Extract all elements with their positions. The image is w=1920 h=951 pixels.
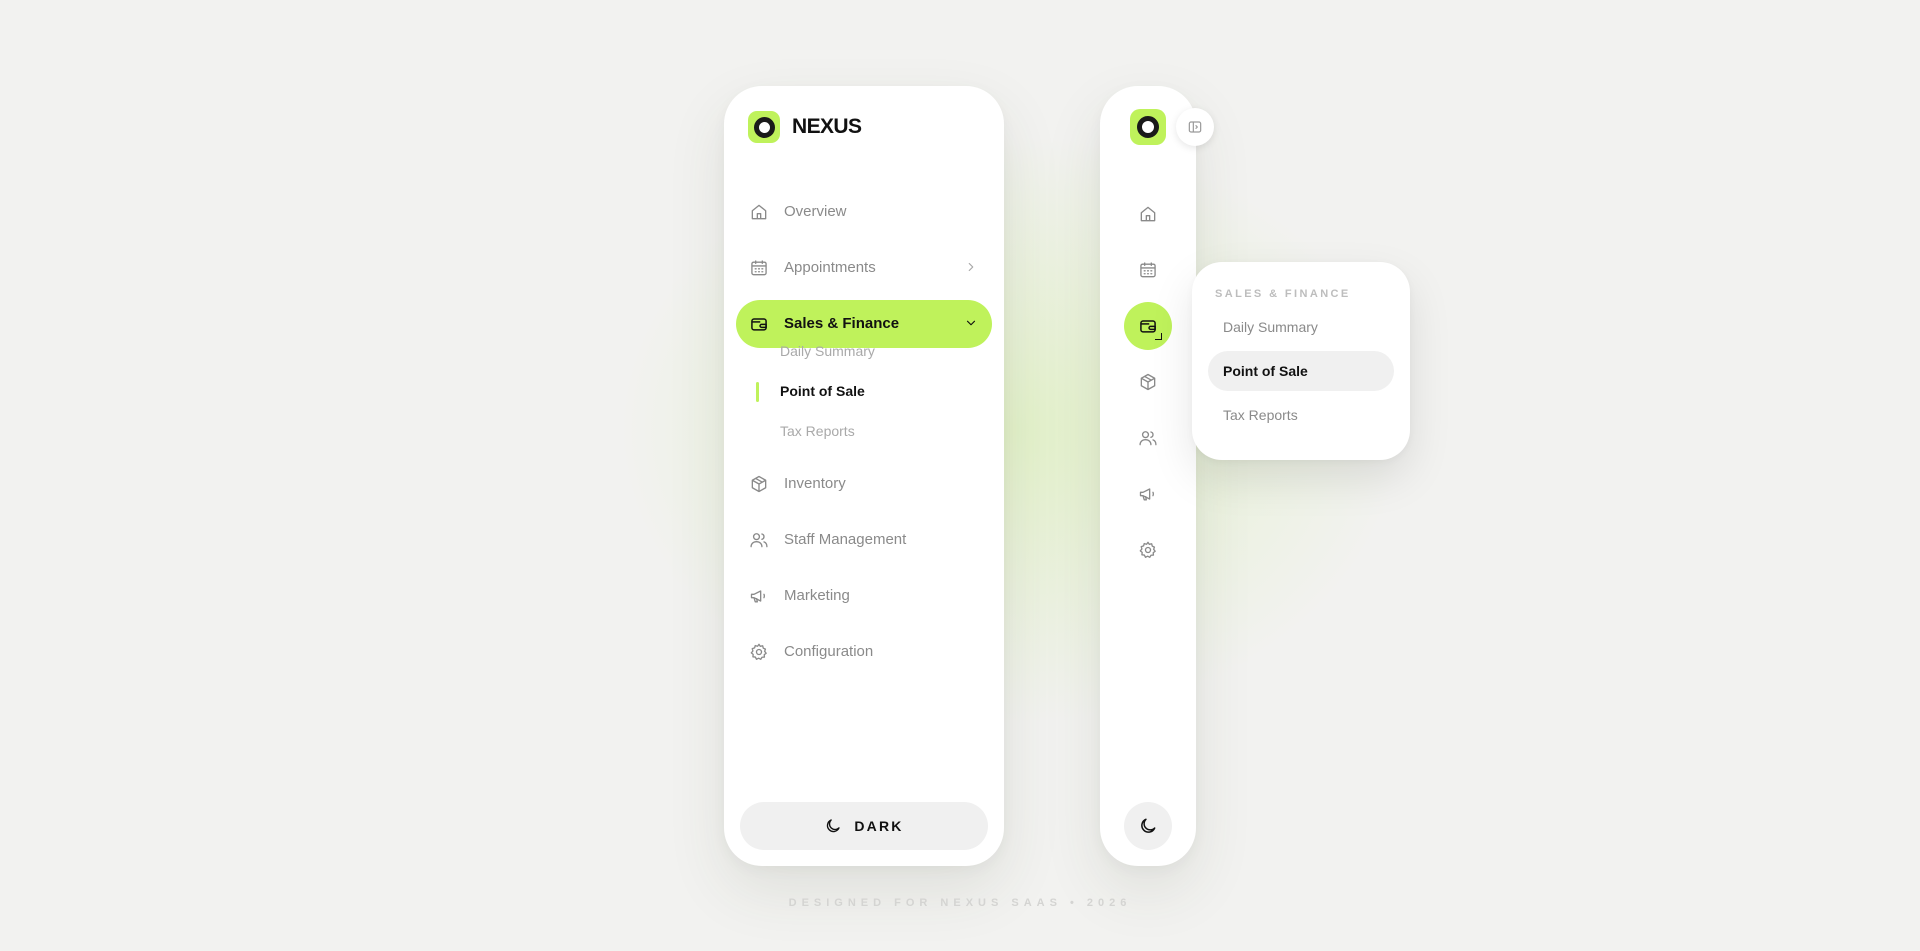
rail-item-inventory[interactable] bbox=[1124, 358, 1172, 406]
rail-item-staff-management[interactable] bbox=[1124, 414, 1172, 462]
sidebar-item-label: Appointments bbox=[784, 259, 876, 276]
home-icon bbox=[749, 202, 769, 222]
rail-theme-toggle-button[interactable] bbox=[1124, 802, 1172, 850]
sub-item-tax-reports[interactable]: Tax Reports bbox=[780, 423, 855, 439]
moon-icon bbox=[1138, 816, 1158, 836]
sidebar-item-label: Configuration bbox=[784, 643, 874, 660]
home-icon bbox=[1138, 204, 1158, 224]
sidebar-item-overview[interactable]: Overview bbox=[736, 188, 992, 236]
sidebar-toggle-icon bbox=[1187, 119, 1203, 135]
logo-icon bbox=[748, 111, 780, 143]
sidebar-item-configuration[interactable]: Configuration bbox=[736, 628, 992, 676]
flyout-item-label: Tax Reports bbox=[1223, 407, 1298, 423]
sidebar-toggle-button[interactable] bbox=[1176, 108, 1214, 146]
flyout-item-daily-summary[interactable]: Daily Summary bbox=[1208, 307, 1394, 347]
rail-item-overview[interactable] bbox=[1124, 190, 1172, 238]
calendar-icon bbox=[1138, 260, 1158, 280]
submenu-flyout: SALES & FINANCE Daily Summary Point of S… bbox=[1192, 262, 1410, 460]
rail-item-configuration[interactable] bbox=[1124, 526, 1172, 574]
flyout-item-label: Daily Summary bbox=[1223, 319, 1318, 335]
chevron-down-icon bbox=[964, 316, 978, 330]
sidebar-item-appointments[interactable]: Appointments bbox=[736, 244, 992, 292]
gear-icon bbox=[749, 642, 769, 662]
sidebar-item-label: Staff Management bbox=[784, 531, 907, 548]
calendar-icon bbox=[749, 258, 769, 278]
sidebar-item-staff-management[interactable]: Staff Management bbox=[736, 516, 992, 564]
theme-toggle-button[interactable]: DARK bbox=[740, 802, 988, 850]
moon-icon bbox=[824, 817, 842, 835]
brand-name: NEXUS bbox=[792, 115, 862, 138]
submenu-indicator bbox=[1155, 333, 1162, 340]
sidebar-item-sales-finance[interactable]: Sales & Finance bbox=[736, 300, 992, 348]
box-icon bbox=[749, 474, 769, 494]
sidebar-item-label: Marketing bbox=[784, 587, 850, 604]
megaphone-icon bbox=[749, 586, 769, 606]
users-icon bbox=[1138, 428, 1158, 448]
theme-toggle-label: DARK bbox=[854, 818, 904, 834]
flyout-item-label: Point of Sale bbox=[1223, 363, 1308, 379]
brand[interactable]: NEXUS bbox=[748, 110, 862, 144]
gear-icon bbox=[1138, 540, 1158, 560]
megaphone-icon bbox=[1138, 484, 1158, 504]
rail-item-sales-finance[interactable] bbox=[1124, 302, 1172, 350]
wallet-icon bbox=[749, 314, 769, 334]
box-icon bbox=[1138, 372, 1158, 392]
rail-item-marketing[interactable] bbox=[1124, 470, 1172, 518]
footer-credit: DESIGNED FOR NEXUS SAAS • 2026 bbox=[788, 897, 1132, 909]
active-indicator bbox=[756, 382, 759, 402]
expanded-sidebar: NEXUS Overview Appointments Sales & Fina… bbox=[724, 86, 1004, 866]
flyout-title: SALES & FINANCE bbox=[1215, 288, 1351, 300]
users-icon bbox=[749, 530, 769, 550]
rail-item-appointments[interactable] bbox=[1124, 246, 1172, 294]
sub-item-daily-summary[interactable]: Daily Summary bbox=[780, 343, 875, 359]
sub-item-point-of-sale[interactable]: Point of Sale bbox=[780, 383, 865, 399]
sidebar-item-label: Overview bbox=[784, 203, 847, 220]
collapsed-sidebar bbox=[1100, 86, 1196, 866]
sidebar-item-label: Inventory bbox=[784, 475, 846, 492]
sidebar-item-inventory[interactable]: Inventory bbox=[736, 460, 992, 508]
sidebar-item-label: Sales & Finance bbox=[784, 315, 900, 332]
flyout-item-tax-reports[interactable]: Tax Reports bbox=[1208, 395, 1394, 435]
logo-icon[interactable] bbox=[1130, 109, 1166, 145]
sidebar-item-marketing[interactable]: Marketing bbox=[736, 572, 992, 620]
flyout-item-point-of-sale[interactable]: Point of Sale bbox=[1208, 351, 1394, 391]
chevron-right-icon bbox=[964, 260, 978, 274]
